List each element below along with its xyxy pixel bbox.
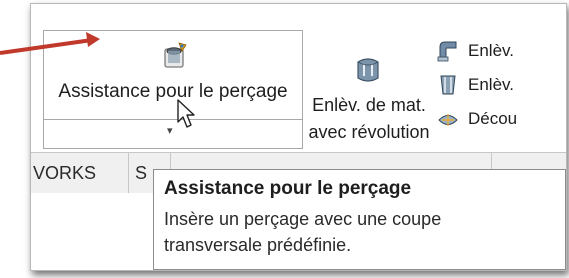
boundary-cut-button[interactable]: Décou (436, 102, 566, 136)
stage: Assistance pour le perçage ▾ Enlèv. de m… (0, 0, 569, 278)
hole-wizard-dropdown[interactable]: ▾ (44, 120, 302, 149)
swept-cut-label: Enlèv. (468, 41, 514, 60)
revolved-cut-label: Enlèv. de mat. avec révolution (307, 92, 431, 146)
boundary-cut-label: Décou (468, 109, 518, 128)
revolved-cut-label-line1: Enlèv. de mat. (312, 95, 426, 115)
revolved-cut-button[interactable]: Enlèv. de mat. avec révolution (307, 44, 431, 144)
swept-cut-button[interactable]: Enlèv. (436, 34, 566, 68)
hole-wizard-main[interactable]: Assistance pour le perçage (44, 31, 302, 119)
revolved-cut-label-line2: avec révolution (308, 122, 430, 142)
tooltip-body: Insère un perçage avec une coupe transve… (164, 206, 555, 258)
hole-wizard-button[interactable]: Assistance pour le perçage ▾ (43, 30, 303, 149)
hole-wizard-tooltip: Assistance pour le perçage Insère un per… (153, 169, 566, 270)
lofted-cut-label: Enlèv. (468, 75, 514, 94)
lofted-cut-icon (436, 73, 460, 97)
swept-cut-icon (436, 39, 460, 63)
cut-commands-column: Enlèv. Enlèv. Décou (436, 34, 566, 144)
screenshot-frame: Assistance pour le perçage ▾ Enlèv. de m… (30, 3, 567, 271)
lofted-cut-button[interactable]: Enlèv. (436, 68, 566, 102)
tooltip-body-line1: Insère un perçage avec une coupe (164, 209, 442, 229)
tab-solidworks[interactable]: VORKS (31, 153, 129, 193)
ribbon: Assistance pour le perçage ▾ Enlèv. de m… (31, 4, 566, 152)
tooltip-body-line2: transversale prédéfinie. (164, 235, 352, 255)
boundary-cut-icon (436, 107, 460, 131)
tooltip-title: Assistance pour le perçage (164, 178, 412, 199)
hole-wizard-label: Assistance pour le perçage (58, 81, 288, 102)
dropdown-caret-icon: ▾ (167, 125, 173, 137)
mouse-cursor-icon (176, 98, 202, 130)
hole-wizard-icon (159, 41, 189, 71)
revolved-cut-icon (355, 56, 381, 84)
